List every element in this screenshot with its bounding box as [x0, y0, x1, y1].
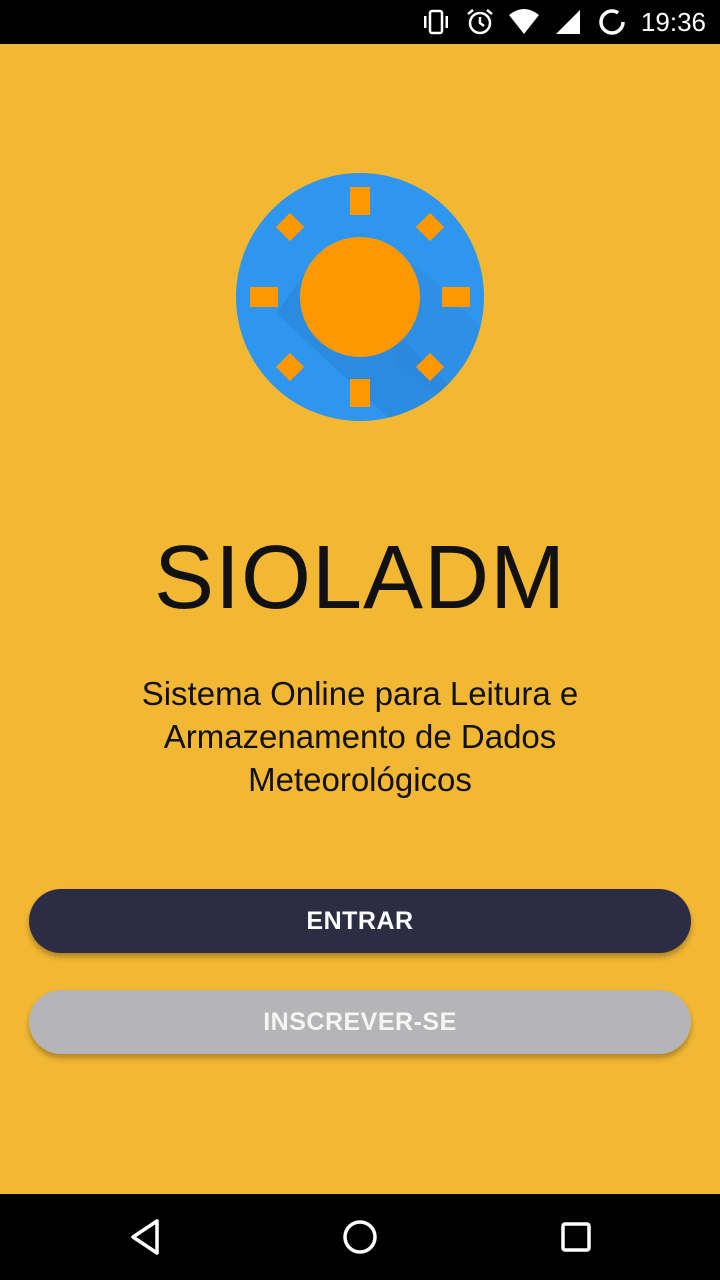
login-button[interactable]: ENTRAR — [29, 889, 691, 953]
navigation-bar — [0, 1194, 720, 1280]
status-bar: 19:36 — [0, 0, 720, 44]
back-icon[interactable] — [120, 1212, 170, 1262]
sync-icon — [595, 5, 629, 39]
alarm-icon — [463, 5, 497, 39]
sun-icon — [236, 173, 484, 421]
signup-button[interactable]: INSCREVER-SE — [29, 990, 691, 1054]
app-logo — [236, 173, 484, 421]
vibrate-icon — [419, 5, 453, 39]
app-subtitle: Sistema Online para Leitura e Armazename… — [141, 675, 579, 798]
status-time: 19:36 — [640, 6, 706, 37]
home-icon[interactable] — [335, 1212, 385, 1262]
wifi-icon — [507, 5, 541, 39]
app-title: SIOLADM — [153, 528, 567, 628]
signal-icon — [551, 5, 585, 39]
recents-icon[interactable] — [551, 1212, 601, 1262]
app-screen: 19:36 SIOLADM Sistema Online para Leitur… — [0, 0, 720, 1280]
